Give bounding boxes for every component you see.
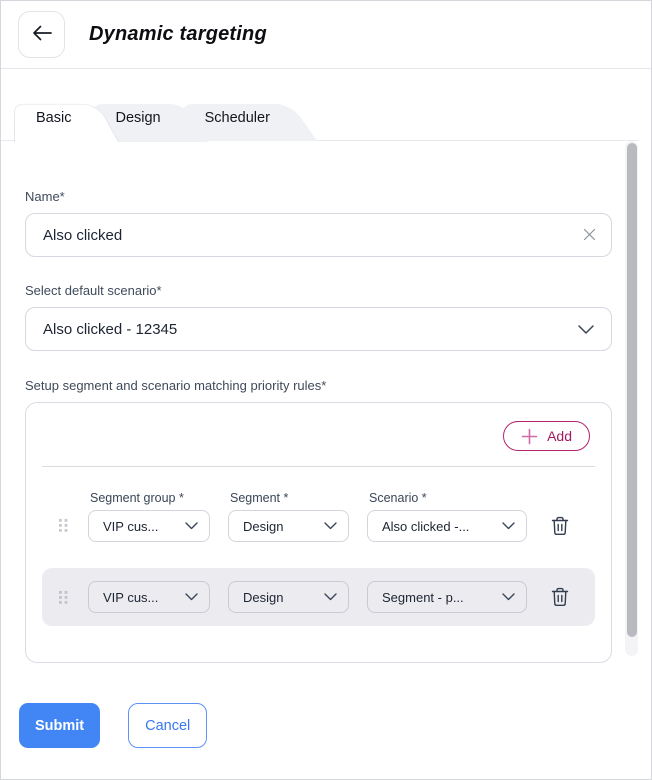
chevron-down-icon xyxy=(578,325,594,334)
default-scenario-value: Also clicked - 12345 xyxy=(43,321,177,338)
segment-group-value-row1: VIP cus... xyxy=(103,519,158,534)
segment-value-row2: Design xyxy=(243,590,283,605)
segment-column-label: Segment * xyxy=(230,491,367,505)
default-scenario-label: Select default scenario* xyxy=(25,283,612,298)
drag-handle-icon[interactable] xyxy=(59,519,71,532)
rules-panel: Add Segment group * VIP cus... Segment xyxy=(25,402,612,663)
segment-select-row2[interactable]: Design xyxy=(228,581,349,613)
rule-row-1: Segment group * VIP cus... Segment * Des… xyxy=(42,491,595,542)
chevron-down-icon xyxy=(502,593,515,601)
segment-column: Segment * Design xyxy=(228,491,367,542)
header: Dynamic targeting xyxy=(1,1,651,69)
add-row: Add xyxy=(26,403,611,451)
chevron-down-icon xyxy=(185,522,198,530)
tab-basic-label: Basic xyxy=(36,110,71,126)
scenario-column: Scenario * Also clicked -... xyxy=(367,491,527,542)
segment-group-value-row2: VIP cus... xyxy=(103,590,158,605)
segment-group-column: Segment group * VIP cus... xyxy=(88,491,228,542)
plus-icon xyxy=(521,428,538,445)
form-actions: Submit Cancel xyxy=(19,703,651,748)
scenario-select-row1[interactable]: Also clicked -... xyxy=(367,510,527,542)
chevron-down-icon xyxy=(324,522,337,530)
chevron-down-icon xyxy=(185,593,198,601)
default-scenario-select[interactable]: Also clicked - 12345 xyxy=(25,307,612,351)
segment-group-select-row2[interactable]: VIP cus... xyxy=(88,581,210,613)
trash-icon xyxy=(551,595,569,610)
scenario-value-row2: Segment - p... xyxy=(382,590,464,605)
arrow-left-icon xyxy=(32,25,52,44)
add-rule-button[interactable]: Add xyxy=(503,421,590,451)
dynamic-targeting-window: Dynamic targeting Basic Design Scheduler… xyxy=(0,0,652,780)
name-input[interactable] xyxy=(25,213,612,257)
segment-group-select-row1[interactable]: VIP cus... xyxy=(88,510,210,542)
segment-group-column-label: Segment group * xyxy=(90,491,228,505)
scrollbar-thumb[interactable] xyxy=(627,143,637,637)
scenario-column-label: Scenario * xyxy=(369,491,527,505)
tab-basic[interactable]: Basic xyxy=(14,94,119,141)
rule-row-2: VIP cus... Design Segment - p... xyxy=(42,568,595,626)
segment-value-row1: Design xyxy=(243,519,283,534)
form-scroll-area: Name* Select default scenario* Also clic… xyxy=(1,141,651,659)
chevron-down-icon xyxy=(324,593,337,601)
delete-rule-button-row2[interactable] xyxy=(551,587,569,607)
page-title: Dynamic targeting xyxy=(89,23,267,46)
delete-rule-button-row1[interactable] xyxy=(551,516,569,536)
cancel-button[interactable]: Cancel xyxy=(128,703,207,748)
scenario-select-row2[interactable]: Segment - p... xyxy=(367,581,527,613)
segment-select-row1[interactable]: Design xyxy=(228,510,349,542)
back-button[interactable] xyxy=(18,11,65,58)
tab-scheduler-label: Scheduler xyxy=(205,110,270,126)
name-field-label: Name* xyxy=(25,189,612,204)
chevron-down-icon xyxy=(502,522,515,530)
name-field-wrap xyxy=(25,213,612,257)
drag-handle-icon[interactable] xyxy=(59,591,71,604)
trash-icon xyxy=(551,524,569,539)
tab-design-label: Design xyxy=(115,110,160,126)
scenario-value-row1: Also clicked -... xyxy=(382,519,469,534)
tab-bar: Basic Design Scheduler xyxy=(1,94,651,141)
rules-section-label: Setup segment and scenario matching prio… xyxy=(25,378,612,393)
panel-divider xyxy=(42,466,595,467)
clear-input-icon[interactable] xyxy=(583,228,596,241)
scrollbar[interactable] xyxy=(625,141,638,656)
add-button-label: Add xyxy=(547,428,572,444)
submit-button[interactable]: Submit xyxy=(19,703,100,748)
